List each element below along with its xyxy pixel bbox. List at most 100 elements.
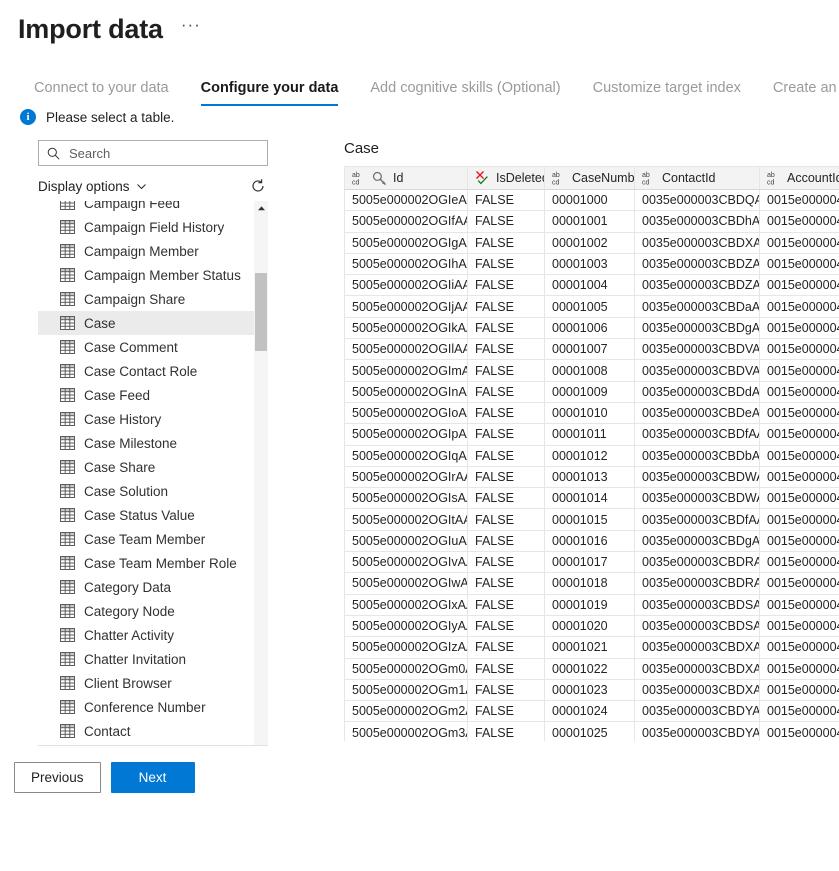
- table-row[interactable]: 5005e000002OGItAAGFALSE000010150035e0000…: [344, 508, 839, 531]
- more-options-button[interactable]: ···: [181, 15, 201, 43]
- table-row[interactable]: 5005e000002OGImAAGFALSE000010080035e0000…: [344, 359, 839, 382]
- table-row[interactable]: 5005e000002OGIeAAGFALSE000010000035e0000…: [344, 188, 839, 212]
- table-list-item[interactable]: Case Team Member: [38, 527, 254, 551]
- table-list-item[interactable]: Case Contact Role: [38, 359, 254, 383]
- search-input[interactable]: [67, 144, 259, 162]
- table-list-item[interactable]: Client Browser: [38, 671, 254, 695]
- table-row[interactable]: 5005e000002OGInAAGFALSE000010090035e0000…: [344, 380, 839, 403]
- table-row[interactable]: 5005e000002OGIjAAGFALSE000010050035e0000…: [344, 295, 839, 318]
- table-list-item[interactable]: Campaign Member Status: [38, 263, 254, 287]
- tab-connect-to-your-data[interactable]: Connect to your data: [18, 80, 185, 106]
- table-cell: 0035e000003CBDXAA4: [634, 657, 760, 680]
- table-row[interactable]: 5005e000002OGIxAAGFALSE000010190035e0000…: [344, 593, 839, 616]
- table-cell: 0015e000004uFMSAA2: [759, 274, 839, 297]
- table-cell: 5005e000002OGIgAAG: [344, 231, 468, 254]
- table-icon: [60, 201, 75, 210]
- table-row[interactable]: 5005e000002OGIqAAGFALSE000010120035e0000…: [344, 444, 839, 467]
- table-row[interactable]: 5005e000002OGIuAAGFALSE000010160035e0000…: [344, 529, 839, 553]
- table-row[interactable]: 5005e000002OGm0A...FALSE000010220035e000…: [344, 657, 839, 680]
- table-row[interactable]: 5005e000002OGm3A...FALSE000010250035e000…: [344, 721, 839, 741]
- table-row[interactable]: 5005e000002OGIgAAGFALSE000010020035e0000…: [344, 231, 839, 254]
- table-cell: 0015e000004uFMSAA2: [759, 295, 839, 318]
- table-cell: FALSE: [467, 359, 545, 382]
- table-list-item[interactable]: Campaign Field History: [38, 215, 254, 239]
- table-list-item[interactable]: Case History: [38, 407, 254, 431]
- table-list-item[interactable]: Category Data: [38, 575, 254, 599]
- column-header-label: ContactId: [662, 171, 716, 185]
- table-icon: [60, 652, 75, 666]
- table-row[interactable]: 5005e000002OGIkAAGFALSE000010060035e0000…: [344, 316, 839, 340]
- table-row[interactable]: 5005e000002OGIzAAGFALSE000010210035e0000…: [344, 636, 839, 659]
- table-row[interactable]: 5005e000002OGIpAAGFALSE000010110035e0000…: [344, 423, 839, 446]
- tab-customize-target-index[interactable]: Customize target index: [577, 80, 757, 106]
- scroll-up-button[interactable]: [254, 201, 268, 215]
- table-cell: FALSE: [467, 529, 545, 553]
- table-row[interactable]: 5005e000002OGIwAAGFALSE000010180035e0000…: [344, 572, 839, 595]
- table-list-item[interactable]: Case Share: [38, 455, 254, 479]
- table-icon: [60, 700, 75, 714]
- table-list-item[interactable]: Case Team Member Role: [38, 551, 254, 575]
- table-list-item[interactable]: Case Comment: [38, 335, 254, 359]
- table-icon: [60, 220, 75, 234]
- table-list-item-selected[interactable]: Case: [38, 311, 254, 335]
- table-cell: 0035e000003CBDeA...: [634, 401, 760, 425]
- tab-add-cognitive-skills[interactable]: Add cognitive skills (Optional): [354, 80, 576, 106]
- search-box[interactable]: [38, 140, 268, 166]
- table-row[interactable]: 5005e000002OGIrAAGFALSE000010130035e0000…: [344, 465, 839, 489]
- previous-button[interactable]: Previous: [14, 762, 101, 793]
- table-row[interactable]: 5005e000002OGIyAAGFALSE000010200035e0000…: [344, 614, 839, 638]
- table-list-item[interactable]: Campaign Member: [38, 239, 254, 263]
- table-list-item[interactable]: Campaign Feed: [38, 201, 254, 215]
- refresh-icon: [252, 179, 264, 192]
- svg-text:cd: cd: [352, 180, 360, 187]
- table-cell: 0035e000003CBDVAA4: [634, 338, 760, 361]
- table-list-item[interactable]: Contact: [38, 719, 254, 743]
- tab-create-an-indexer[interactable]: Create an indexer: [757, 80, 839, 106]
- table-row[interactable]: 5005e000002OGIlAAGFALSE000010070035e0000…: [344, 338, 839, 361]
- table-icon: [60, 388, 75, 402]
- table-icon: [60, 556, 75, 570]
- display-options-button[interactable]: Display options: [38, 179, 147, 194]
- table-row[interactable]: 5005e000002OGIhAAGFALSE000010030035e0000…: [344, 252, 839, 276]
- table-cell: 5005e000002OGIxAAG: [344, 593, 468, 616]
- tab-configure-your-data[interactable]: Configure your data: [185, 80, 355, 107]
- table-cell: 00001008: [544, 359, 635, 382]
- table-list-item[interactable]: Chatter Invitation: [38, 647, 254, 671]
- column-header-row: abcdIdIsDeletedabcdCaseNumberabcdContact…: [344, 166, 839, 190]
- table-row[interactable]: 5005e000002OGIvAAGFALSE000010170035e0000…: [344, 551, 839, 574]
- table-list-item[interactable]: Conference Number: [38, 695, 254, 719]
- table-row[interactable]: 5005e000002OGm1A...FALSE000010230035e000…: [344, 678, 839, 702]
- column-header-casenumber[interactable]: abcd CaseNumber: [544, 166, 635, 190]
- table-list-item-label: Case Solution: [84, 483, 169, 499]
- next-button[interactable]: Next: [110, 762, 195, 793]
- table-cell: 5005e000002OGIiAAG: [344, 274, 468, 297]
- table-list-item[interactable]: Case Solution: [38, 479, 254, 503]
- svg-text:cd: cd: [642, 180, 650, 187]
- table-list-item[interactable]: Category Node: [38, 599, 254, 623]
- table-row[interactable]: 5005e000002OGIfAAGFALSE000010010035e0000…: [344, 210, 839, 233]
- column-header-label: CaseNumber: [572, 171, 635, 185]
- refresh-button[interactable]: [250, 178, 268, 194]
- table-list-item[interactable]: Case Milestone: [38, 431, 254, 455]
- table-list-scrollbar[interactable]: [254, 201, 268, 745]
- table-list-item[interactable]: Campaign Share: [38, 287, 254, 311]
- table-list-item[interactable]: Case Status Value: [38, 503, 254, 527]
- table-cell: FALSE: [467, 551, 545, 574]
- table-list-item-label: Category Node: [84, 603, 175, 619]
- table-cell: 0015e000004uFMWA...: [759, 316, 839, 340]
- column-header-contactid[interactable]: ab cd ContactId: [634, 166, 760, 190]
- column-header-isdeleted[interactable]: IsDeleted: [467, 166, 545, 190]
- column-header-id[interactable]: ab cd Id: [344, 166, 468, 190]
- table-cell: 0015e000004uFMSAA2: [759, 252, 839, 276]
- table-row[interactable]: 5005e000002OGIsAAGFALSE000010140035e0000…: [344, 487, 839, 510]
- table-cell: 0035e000003CBDbA...: [634, 444, 760, 467]
- table-row[interactable]: 5005e000002OGIiAAGFALSE000010040035e0000…: [344, 274, 839, 297]
- table-icon: [60, 460, 75, 474]
- table-list-item[interactable]: Chatter Activity: [38, 623, 254, 647]
- table-cell: 00001004: [544, 274, 635, 297]
- table-list-item[interactable]: Case Feed: [38, 383, 254, 407]
- scrollbar-thumb[interactable]: [255, 273, 267, 351]
- table-row[interactable]: 5005e000002OGIoAAGFALSE000010100035e0000…: [344, 401, 839, 425]
- column-header-accountid[interactable]: ab cd AccountId: [759, 166, 839, 190]
- table-row[interactable]: 5005e000002OGm2A...FALSE000010240035e000…: [344, 700, 839, 723]
